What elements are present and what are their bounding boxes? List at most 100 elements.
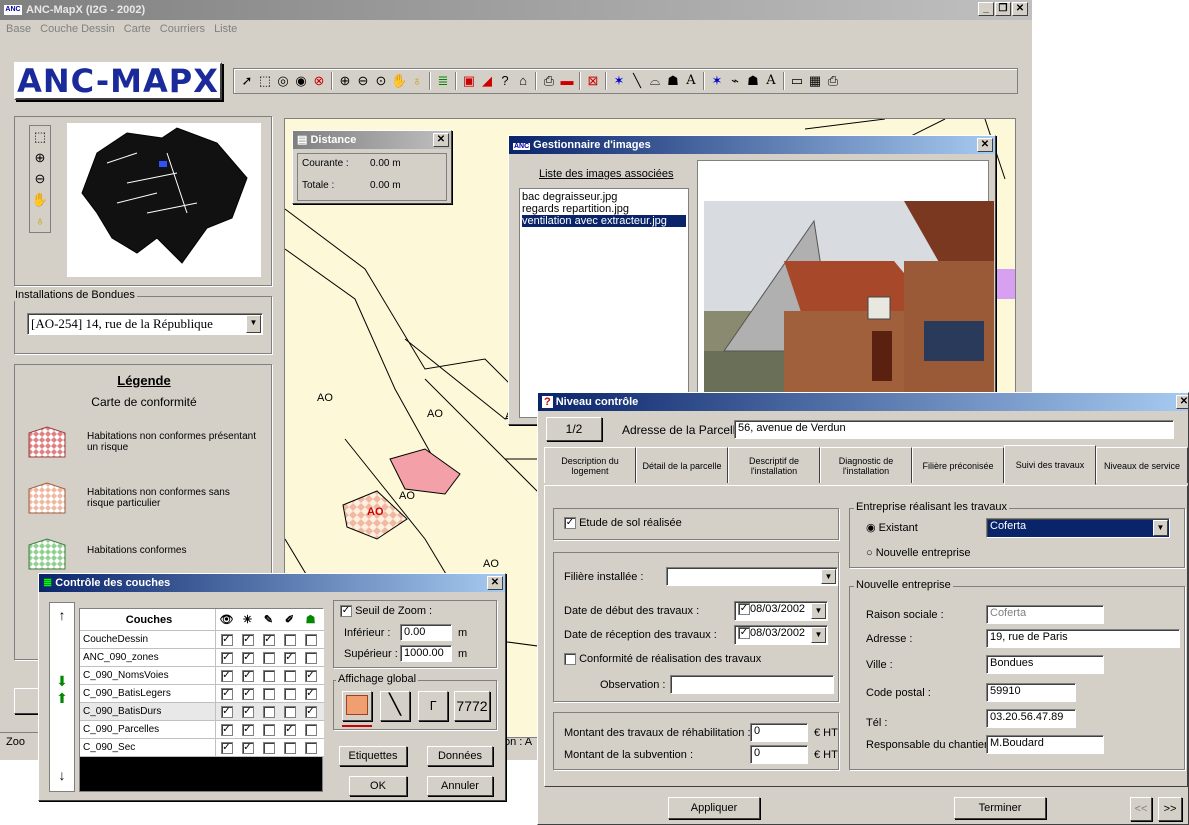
layer-row[interactable]: C_090_BatisDurs ✓ ✓ ✓: [80, 702, 324, 721]
tab-niveaux-service[interactable]: Niveaux de service: [1096, 447, 1188, 483]
layer-checkbox[interactable]: ✓: [220, 669, 233, 682]
nouvelle-radio[interactable]: ○ Nouvelle entreprise: [866, 547, 970, 559]
menu-couche-dessin[interactable]: Couche Dessin: [40, 23, 115, 35]
query-icon[interactable]: ?: [497, 73, 513, 89]
etiquettes-button[interactable]: Etiquettes: [339, 746, 407, 766]
layer-checkbox[interactable]: ✓: [262, 633, 275, 646]
table-icon[interactable]: ▦: [807, 73, 823, 89]
measure-icon[interactable]: ▬: [559, 73, 575, 89]
layer-checkbox[interactable]: ✓: [220, 687, 233, 700]
annuler-button[interactable]: Annuler: [427, 776, 493, 796]
layer-checkbox[interactable]: ✓: [220, 741, 233, 754]
layer-checkbox[interactable]: [304, 741, 317, 754]
arrow-up-icon[interactable]: ↑: [50, 607, 74, 623]
menu-carte[interactable]: Carte: [124, 23, 151, 35]
layer-checkbox[interactable]: [283, 741, 296, 754]
list-item[interactable]: regards repartition.jpg: [522, 203, 686, 215]
edit-text-icon[interactable]: A: [763, 73, 779, 89]
appliquer-button[interactable]: Appliquer: [668, 797, 760, 819]
ov-pan-icon[interactable]: ✋: [30, 189, 50, 210]
filiere-select[interactable]: ▼: [666, 567, 838, 586]
cancel-select-icon[interactable]: ⊗: [311, 73, 327, 89]
style-text-button[interactable]: 7772: [454, 691, 490, 721]
menu-liste[interactable]: Liste: [214, 23, 237, 35]
layer-checkbox[interactable]: ✓: [241, 669, 254, 682]
tab-detail-parcelle[interactable]: Détail de la parcelle: [636, 447, 728, 483]
layer-checkbox[interactable]: ✓: [304, 669, 317, 682]
existant-select[interactable]: Coferta ▼: [986, 518, 1170, 538]
seuil-checkbox[interactable]: ✓: [340, 605, 352, 618]
tab-description-logement[interactable]: Description du logement: [544, 447, 636, 483]
edit-polygon-icon[interactable]: ☗: [745, 73, 761, 89]
fit-icon[interactable]: ⬚: [30, 126, 50, 147]
tel-field[interactable]: 03.20.56.47.89: [986, 709, 1076, 728]
etude-sol[interactable]: ✓ Etude de sol réalisée: [564, 517, 682, 530]
arrow-down-icon[interactable]: ↓: [50, 767, 74, 783]
images-list[interactable]: bac degraisseur.jpg regards repartition.…: [519, 188, 689, 418]
layer-checkbox[interactable]: [304, 723, 317, 736]
images-close-button[interactable]: ✕: [977, 138, 993, 152]
layer-checkbox[interactable]: ✓: [283, 723, 296, 736]
layer-checkbox[interactable]: ✓: [220, 651, 233, 664]
zoom-custom-icon[interactable]: ⊙: [373, 73, 389, 89]
tab-diagnostic-installation[interactable]: Diagnostic de l'installation: [820, 447, 912, 483]
pan-icon[interactable]: ✋: [391, 73, 407, 89]
layer-checkbox[interactable]: ✓: [241, 723, 254, 736]
tab-suivi-travaux[interactable]: Suivi des travaux: [1004, 445, 1096, 485]
draw-point-icon[interactable]: ✶: [611, 73, 627, 89]
layer-checkbox[interactable]: [262, 705, 275, 718]
layer-checkbox[interactable]: [262, 669, 275, 682]
list-item-selected[interactable]: ventilation avec extracteur.jpg: [522, 215, 686, 227]
distance-close-button[interactable]: ✕: [433, 133, 449, 147]
layer-checkbox[interactable]: ✓: [304, 705, 317, 718]
chevron-down-icon[interactable]: ▼: [821, 569, 836, 584]
layer-checkbox[interactable]: [283, 705, 296, 718]
layer-checkbox[interactable]: ✓: [220, 633, 233, 646]
list-item[interactable]: bac degraisseur.jpg: [522, 191, 686, 203]
chevron-down-icon[interactable]: ▼: [811, 603, 826, 619]
menu-base[interactable]: Base: [6, 23, 31, 35]
layer-checkbox[interactable]: [304, 633, 317, 646]
ville-field[interactable]: Bondues: [986, 655, 1104, 674]
layer-checkbox[interactable]: ✓: [241, 741, 254, 754]
next-button[interactable]: >>: [1158, 797, 1182, 821]
window-icon[interactable]: ▭: [789, 73, 805, 89]
house-icon[interactable]: ⌂: [515, 73, 531, 89]
edit-point-icon[interactable]: ✶: [709, 73, 725, 89]
cp-field[interactable]: 59910: [986, 683, 1076, 702]
layer-up-icon[interactable]: ⬆: [50, 690, 74, 707]
tab-descriptif-installation[interactable]: Descriptif de l'installation: [728, 447, 820, 483]
layer-checkbox[interactable]: [262, 723, 275, 736]
layer-checkbox[interactable]: ✓: [220, 723, 233, 736]
edit-line-icon[interactable]: ⌁: [727, 73, 743, 89]
layer-row[interactable]: C_090_Parcelles ✓ ✓ ✓: [80, 720, 324, 739]
delete-icon[interactable]: ⊠: [585, 73, 601, 89]
conformite-row[interactable]: Conformité de réalisation des travaux: [564, 653, 761, 666]
select-rect-icon[interactable]: ⬚: [257, 73, 273, 89]
find-icon[interactable]: ⎙: [541, 73, 557, 89]
ov-zoom-out-icon[interactable]: ⊖: [30, 168, 50, 189]
layer-checkbox[interactable]: [304, 651, 317, 664]
info-icon[interactable]: ▣: [461, 73, 477, 89]
layer-checkbox[interactable]: ✓: [241, 651, 254, 664]
chevron-down-icon[interactable]: ▼: [1153, 520, 1168, 536]
seuil-zoom[interactable]: ✓ Seuil de Zoom :: [340, 605, 432, 618]
center-icon[interactable]: ♁: [409, 73, 425, 89]
minimize-button[interactable]: _: [978, 2, 994, 16]
zoom-out-icon[interactable]: ⊖: [355, 73, 371, 89]
subvention-field[interactable]: 0: [750, 745, 808, 764]
layer-row[interactable]: CoucheDessin ✓ ✓ ✓: [80, 630, 324, 649]
date-reception-field[interactable]: ✓ 08/03/2002 ▼: [734, 625, 828, 645]
parcel-icon[interactable]: ◢: [479, 73, 495, 89]
adresse-parcelle-field[interactable]: 56, avenue de Verdun: [734, 420, 1174, 439]
layer-checkbox[interactable]: ✓: [241, 687, 254, 700]
ov-center-icon[interactable]: ♁: [30, 210, 50, 231]
raison-field[interactable]: Coferta: [986, 605, 1104, 624]
inferieur-field[interactable]: 0.00: [400, 624, 452, 641]
layer-checkbox[interactable]: ✓: [304, 687, 317, 700]
donnees-button[interactable]: Données: [427, 746, 493, 766]
draw-line-icon[interactable]: ╲: [629, 73, 645, 89]
resp-field[interactable]: M.Boudard: [986, 735, 1104, 754]
layer-checkbox[interactable]: [262, 687, 275, 700]
print-icon[interactable]: ⎙: [825, 73, 841, 89]
